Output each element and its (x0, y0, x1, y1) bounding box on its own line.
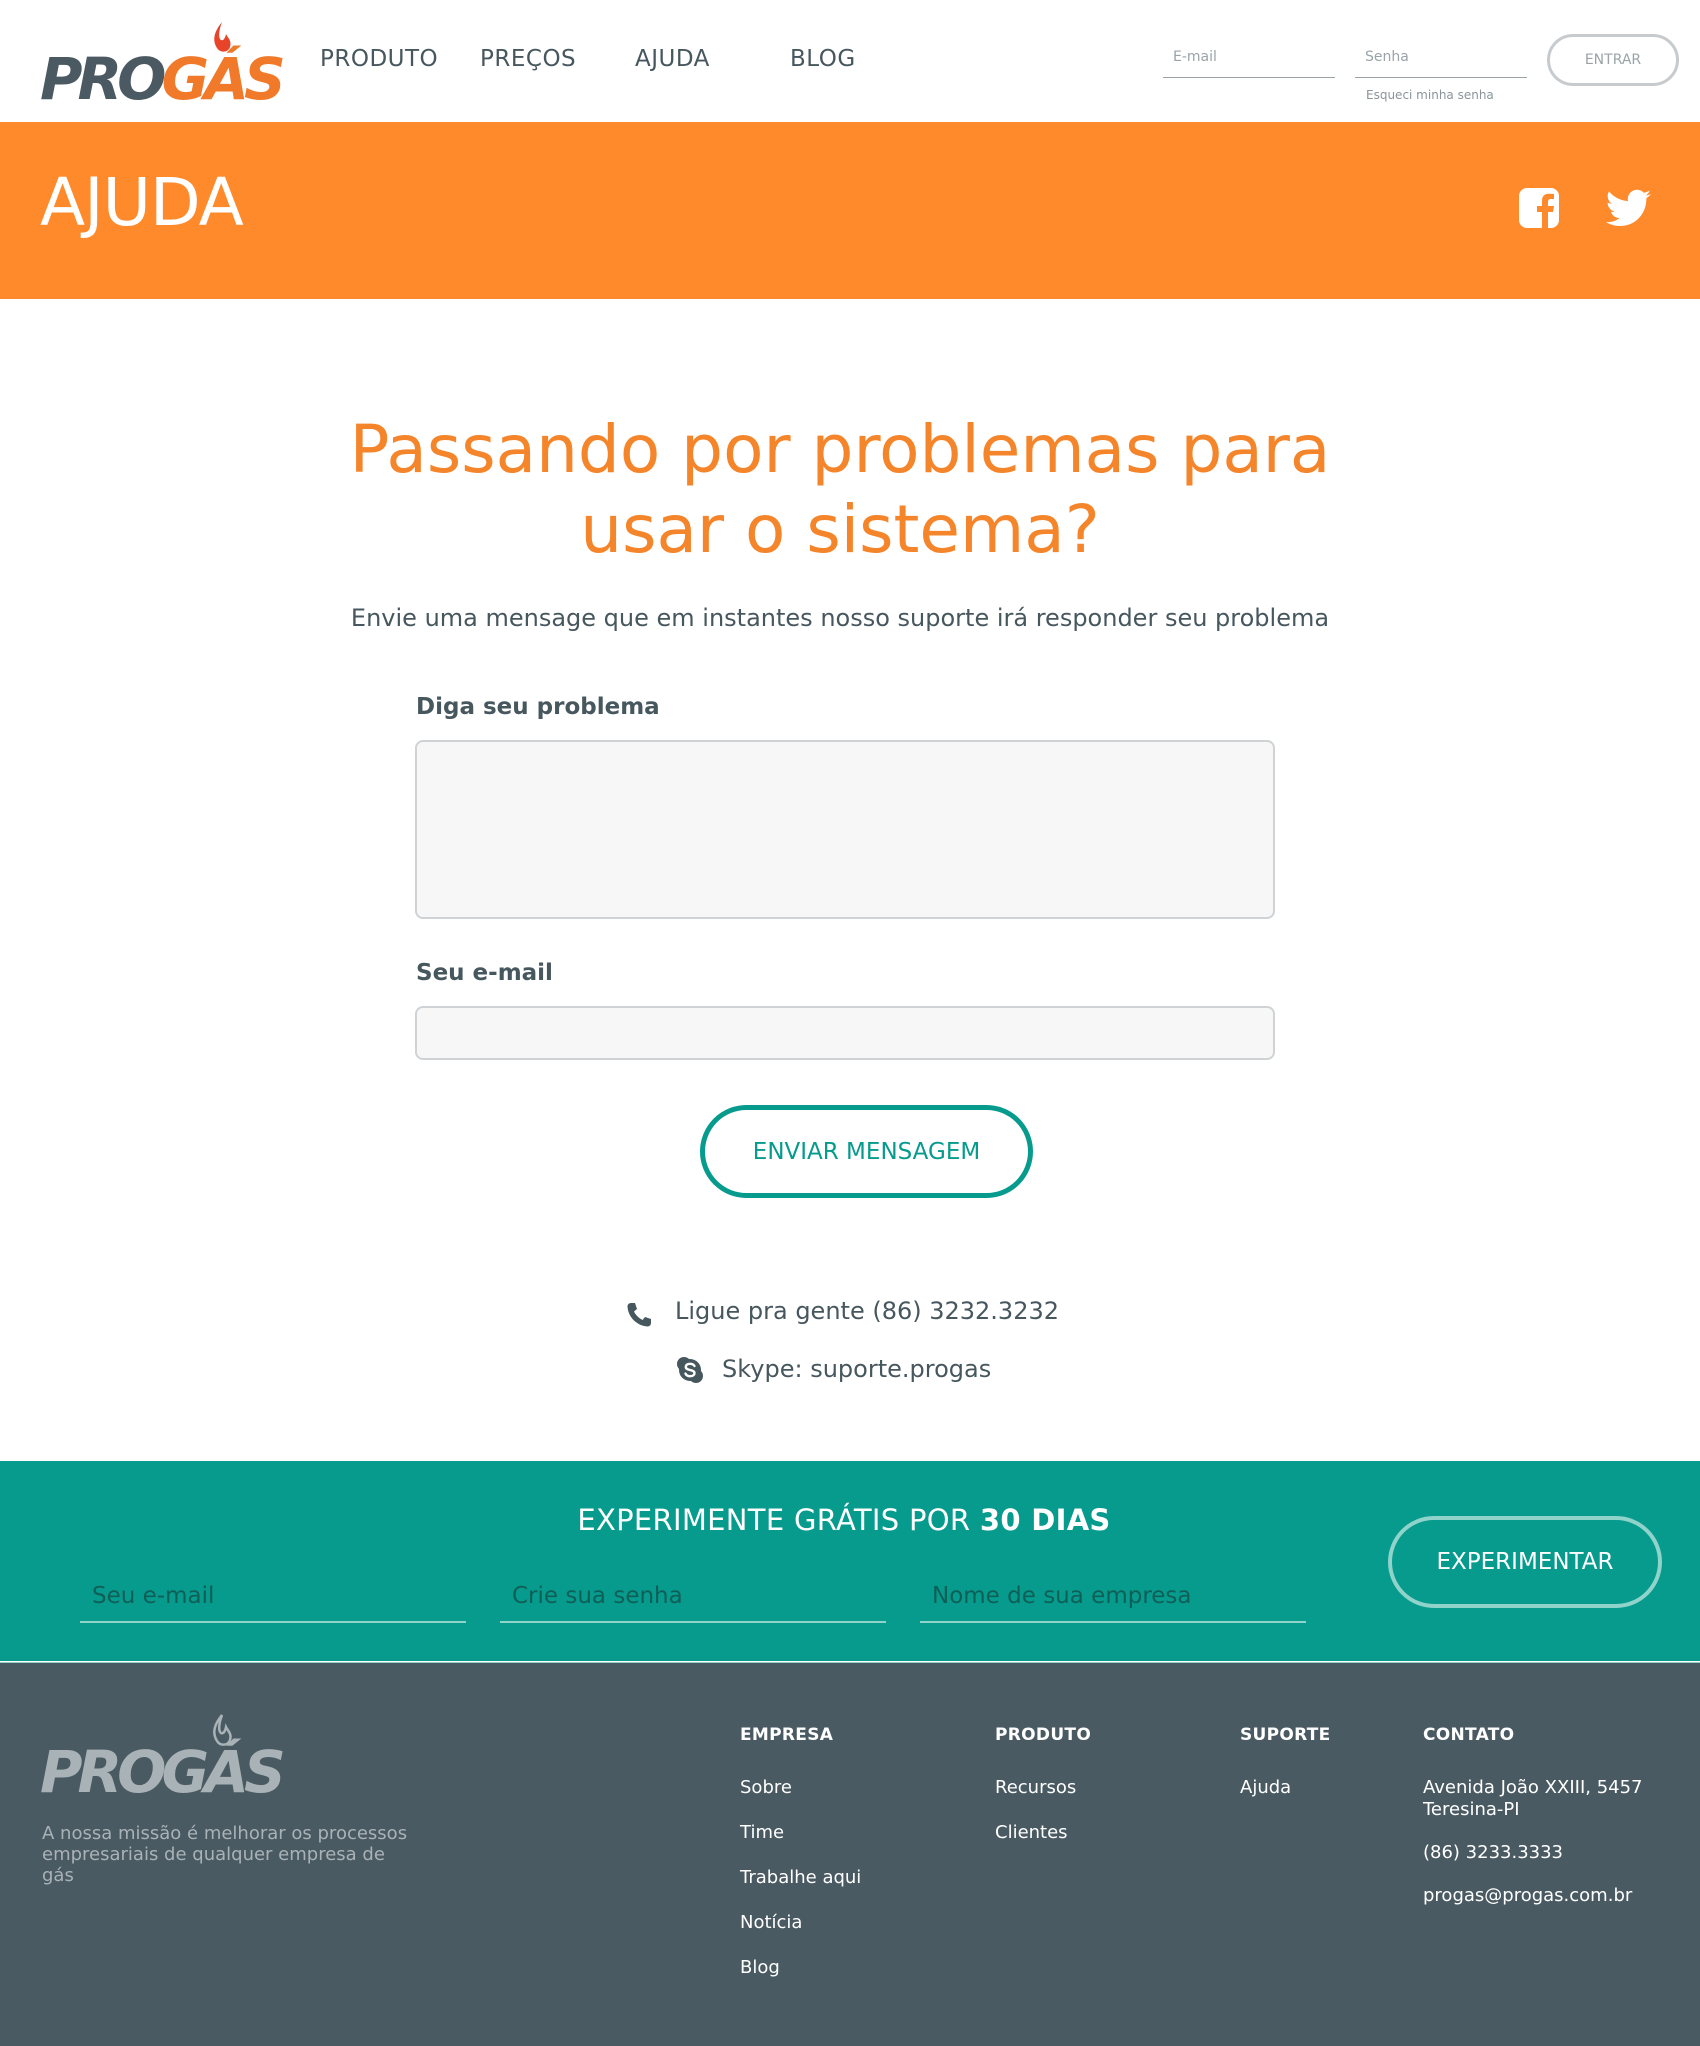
site-footer: PROGÁS A nossa missão é melhorar os proc… (0, 1662, 1700, 2046)
footer-phone: (86) 3233.3333 (1423, 1842, 1564, 1863)
problem-label: Diga seu problema (416, 694, 660, 720)
footer-email-link[interactable]: progas@progas.com.br (1423, 1885, 1632, 1907)
nav-precos[interactable]: PREÇOS (480, 46, 576, 72)
phone-text: Ligue pra gente (86) 3232.3232 (675, 1297, 1060, 1325)
nav-blog[interactable]: BLOG (790, 46, 856, 72)
footer-heading-contato: CONTATO (1423, 1725, 1515, 1745)
phone-icon (627, 1303, 651, 1327)
support-email-input[interactable] (415, 1006, 1275, 1060)
try-button[interactable]: EXPERIMENTAR (1388, 1516, 1662, 1608)
footer-link-ajuda[interactable]: Ajuda (1240, 1777, 1291, 1798)
trial-heading-prefix: EXPERIMENTE GRÁTIS POR (577, 1503, 980, 1537)
nav-produto[interactable]: PRODUTO (320, 46, 438, 72)
footer-link-clientes[interactable]: Clientes (995, 1822, 1068, 1843)
progas-logo[interactable]: PROGÁS (40, 20, 286, 110)
footer-link-blog[interactable]: Blog (740, 1957, 780, 1978)
trial-email-input[interactable] (80, 1571, 466, 1623)
footer-logo-wordmark: PROGÁS (40, 1738, 286, 1806)
logo-wordmark: PROGÁS (40, 50, 286, 108)
nav-ajuda[interactable]: AJUDA (635, 46, 710, 72)
login-password-input[interactable] (1355, 36, 1527, 78)
forgot-password-link[interactable]: Esqueci minha senha (1366, 88, 1494, 102)
facebook-icon[interactable] (1515, 184, 1563, 232)
logo-pro: PRO (40, 45, 167, 113)
site-header: PROGÁS PRODUTO PREÇOS AJUDA BLOG Esqueci… (0, 0, 1700, 122)
skype-text: Skype: suporte.progas (722, 1355, 992, 1383)
help-heading: Passando por problemas para usar o siste… (349, 411, 1331, 568)
logo-gas: GÁS (161, 45, 285, 113)
page-banner: AJUDA (0, 122, 1700, 299)
twitter-icon[interactable] (1605, 184, 1653, 232)
help-subtitle: Envie uma mensage que em instantes nosso… (350, 604, 1330, 632)
footer-link-recursos[interactable]: Recursos (995, 1777, 1076, 1798)
footer-heading-empresa: EMPRESA (740, 1725, 834, 1745)
skype-icon (677, 1357, 703, 1383)
footer-address-line1: Avenida João XXIII, 5457 (1423, 1777, 1643, 1798)
footer-mission: A nossa missão é melhorar os processos e… (42, 1823, 408, 1886)
problem-textarea[interactable] (415, 740, 1275, 919)
footer-heading-suporte: SUPORTE (1240, 1725, 1331, 1745)
trial-heading-days: 30 DIAS (979, 1503, 1111, 1537)
trial-company-input[interactable] (920, 1571, 1306, 1623)
send-message-button[interactable]: ENVIAR MENSAGEM (700, 1105, 1033, 1198)
footer-link-sobre[interactable]: Sobre (740, 1777, 792, 1798)
free-trial-section: EXPERIMENTE GRÁTIS POR 30 DIAS EXPERIMEN… (0, 1461, 1700, 1661)
footer-logo[interactable]: PROGÁS (40, 1713, 286, 1803)
footer-address-line2: Teresina-PI (1423, 1799, 1520, 1820)
footer-link-time[interactable]: Time (740, 1822, 784, 1843)
login-button[interactable]: ENTRAR (1547, 34, 1679, 86)
footer-link-noticia[interactable]: Notícia (740, 1912, 802, 1933)
footer-link-trabalhe[interactable]: Trabalhe aqui (740, 1867, 861, 1888)
email-label: Seu e-mail (416, 960, 553, 986)
trial-password-input[interactable] (500, 1571, 886, 1623)
page-title: AJUDA (40, 164, 244, 241)
footer-heading-produto: PRODUTO (995, 1725, 1092, 1745)
login-email-input[interactable] (1163, 36, 1335, 78)
